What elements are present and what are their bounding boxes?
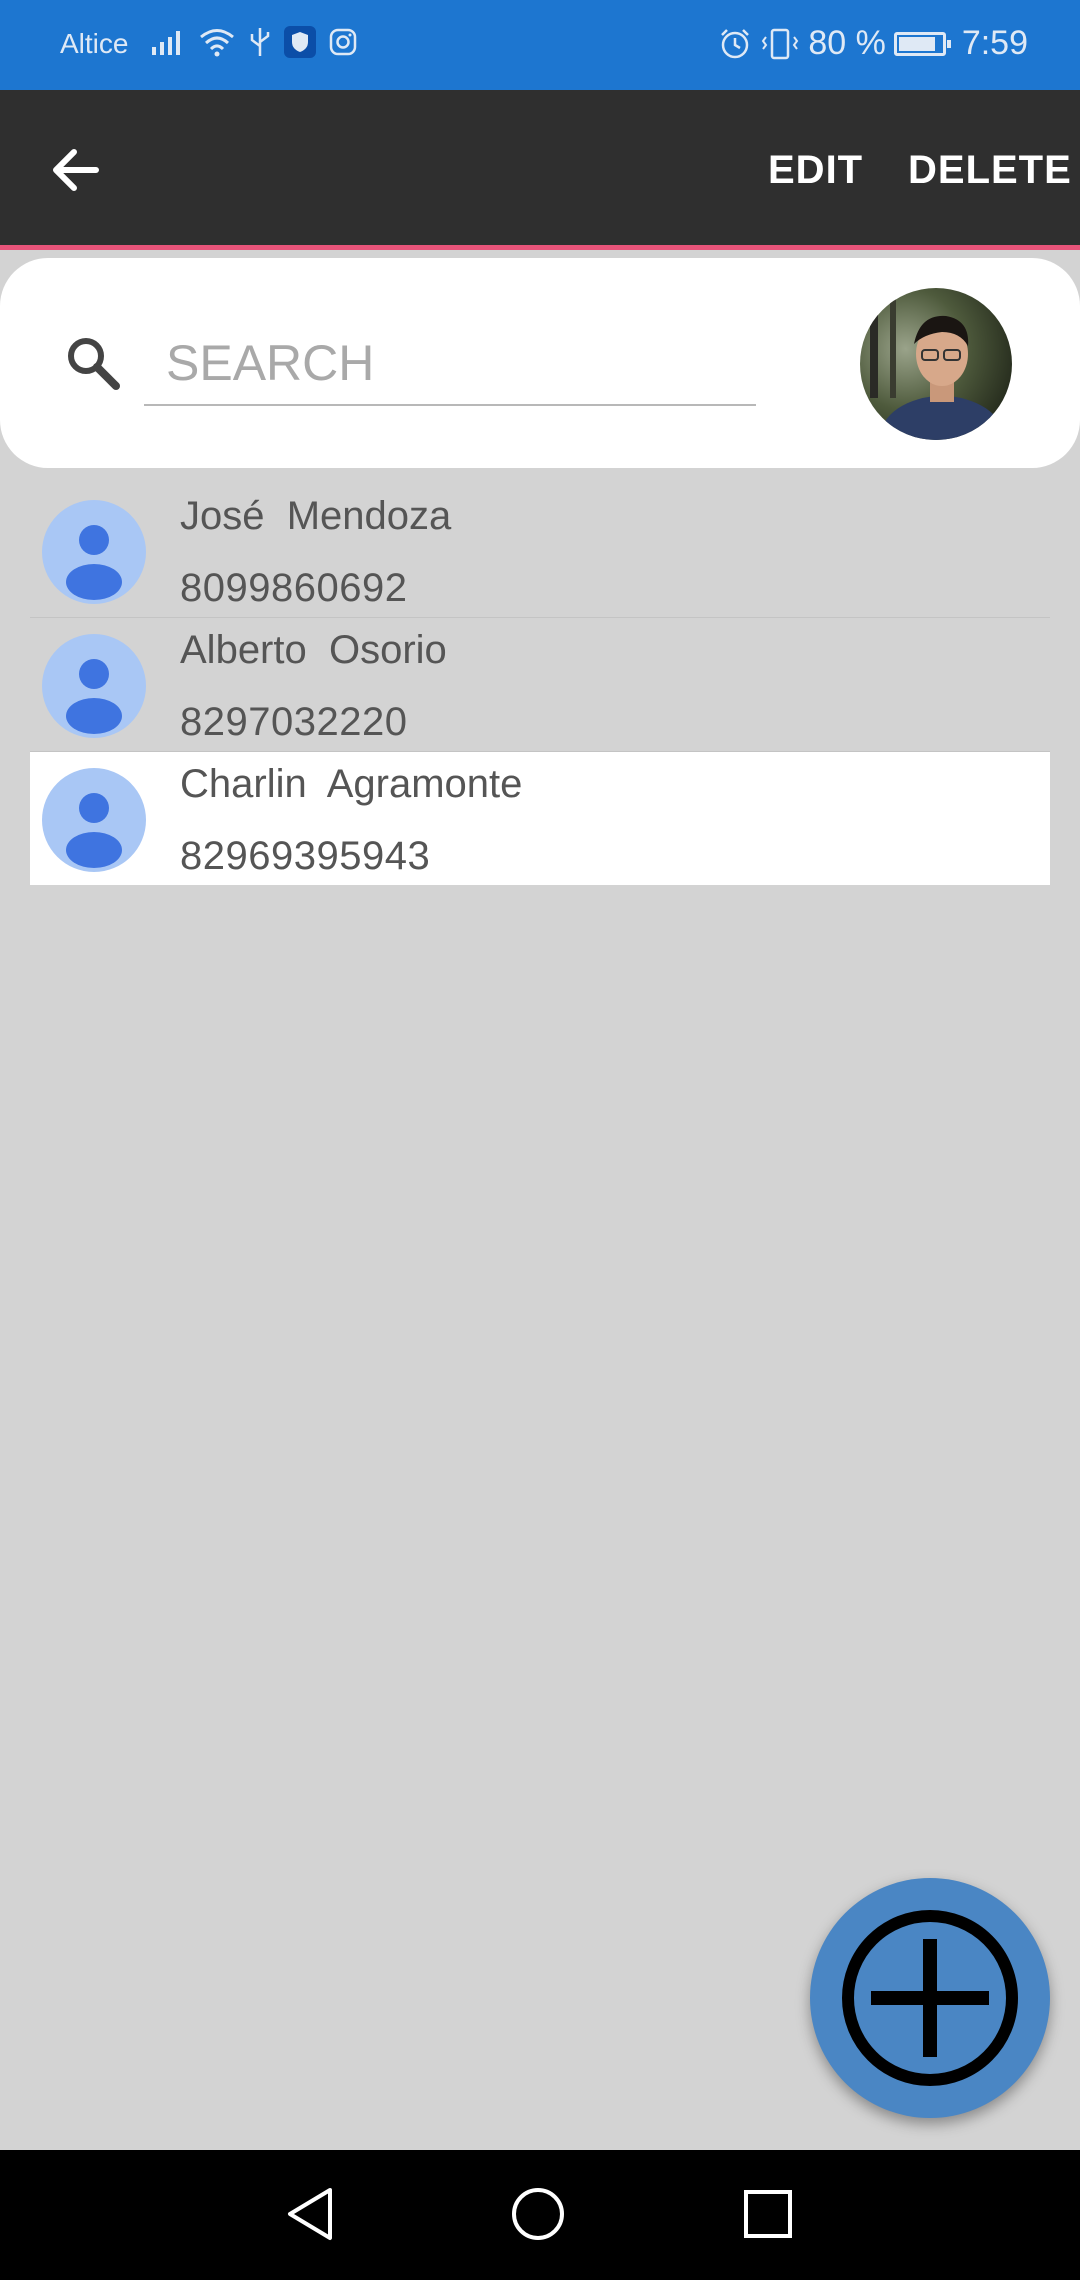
contact-phone: 8297032220 [180,700,408,744]
status-time: 7:59 [961,24,1028,62]
contact-item-selected[interactable]: Charlin Agramonte 82969395943 [30,752,1050,885]
contact-list: José Mendoza 8099860692 Alberto Osorio 8… [30,484,1050,885]
navigation-bar [0,2150,1080,2280]
wifi-icon [200,29,234,57]
add-contact-button[interactable] [810,1878,1050,2118]
app-toolbar: EDIT DELETE [0,90,1080,250]
search-input[interactable] [144,322,756,406]
shield-icon [284,26,316,58]
alarm-icon [721,28,750,58]
nav-home-icon[interactable] [506,2182,570,2246]
battery-percent: 80 % [808,24,886,62]
add-icon [842,1910,1018,2086]
contact-name: Charlin Agramonte [180,762,523,806]
person-avatar-icon [42,634,146,738]
signal-icon [152,31,180,55]
edit-button[interactable]: EDIT [768,148,863,193]
contact-phone: 8099860692 [180,566,408,610]
search-card [0,258,1080,468]
contact-item[interactable]: José Mendoza 8099860692 [30,484,1050,618]
vibrate-icon [762,28,799,59]
instagram-icon [329,28,357,56]
status-right-icons: 80 % 7:59 [718,24,1028,63]
profile-avatar[interactable] [860,288,1012,440]
search-icon [68,338,120,390]
person-avatar-icon [42,768,146,872]
contact-name: Alberto Osorio [180,628,447,672]
battery-icon [893,31,951,56]
arrow-back-icon[interactable] [44,138,108,202]
nav-back-icon[interactable] [280,2182,340,2246]
carrier-label: Altice [60,28,129,59]
contact-item[interactable]: Alberto Osorio 8297032220 [30,618,1050,752]
person-avatar-icon [42,500,146,604]
contact-name: José Mendoza [180,494,452,538]
usb-icon [250,28,270,56]
nav-recents-icon[interactable] [736,2182,800,2246]
delete-button[interactable]: DELETE [908,148,1072,193]
contact-phone: 82969395943 [180,834,431,878]
status-left-icons [150,26,358,58]
status-bar: Altice 80 % 7:59 [0,0,1080,90]
